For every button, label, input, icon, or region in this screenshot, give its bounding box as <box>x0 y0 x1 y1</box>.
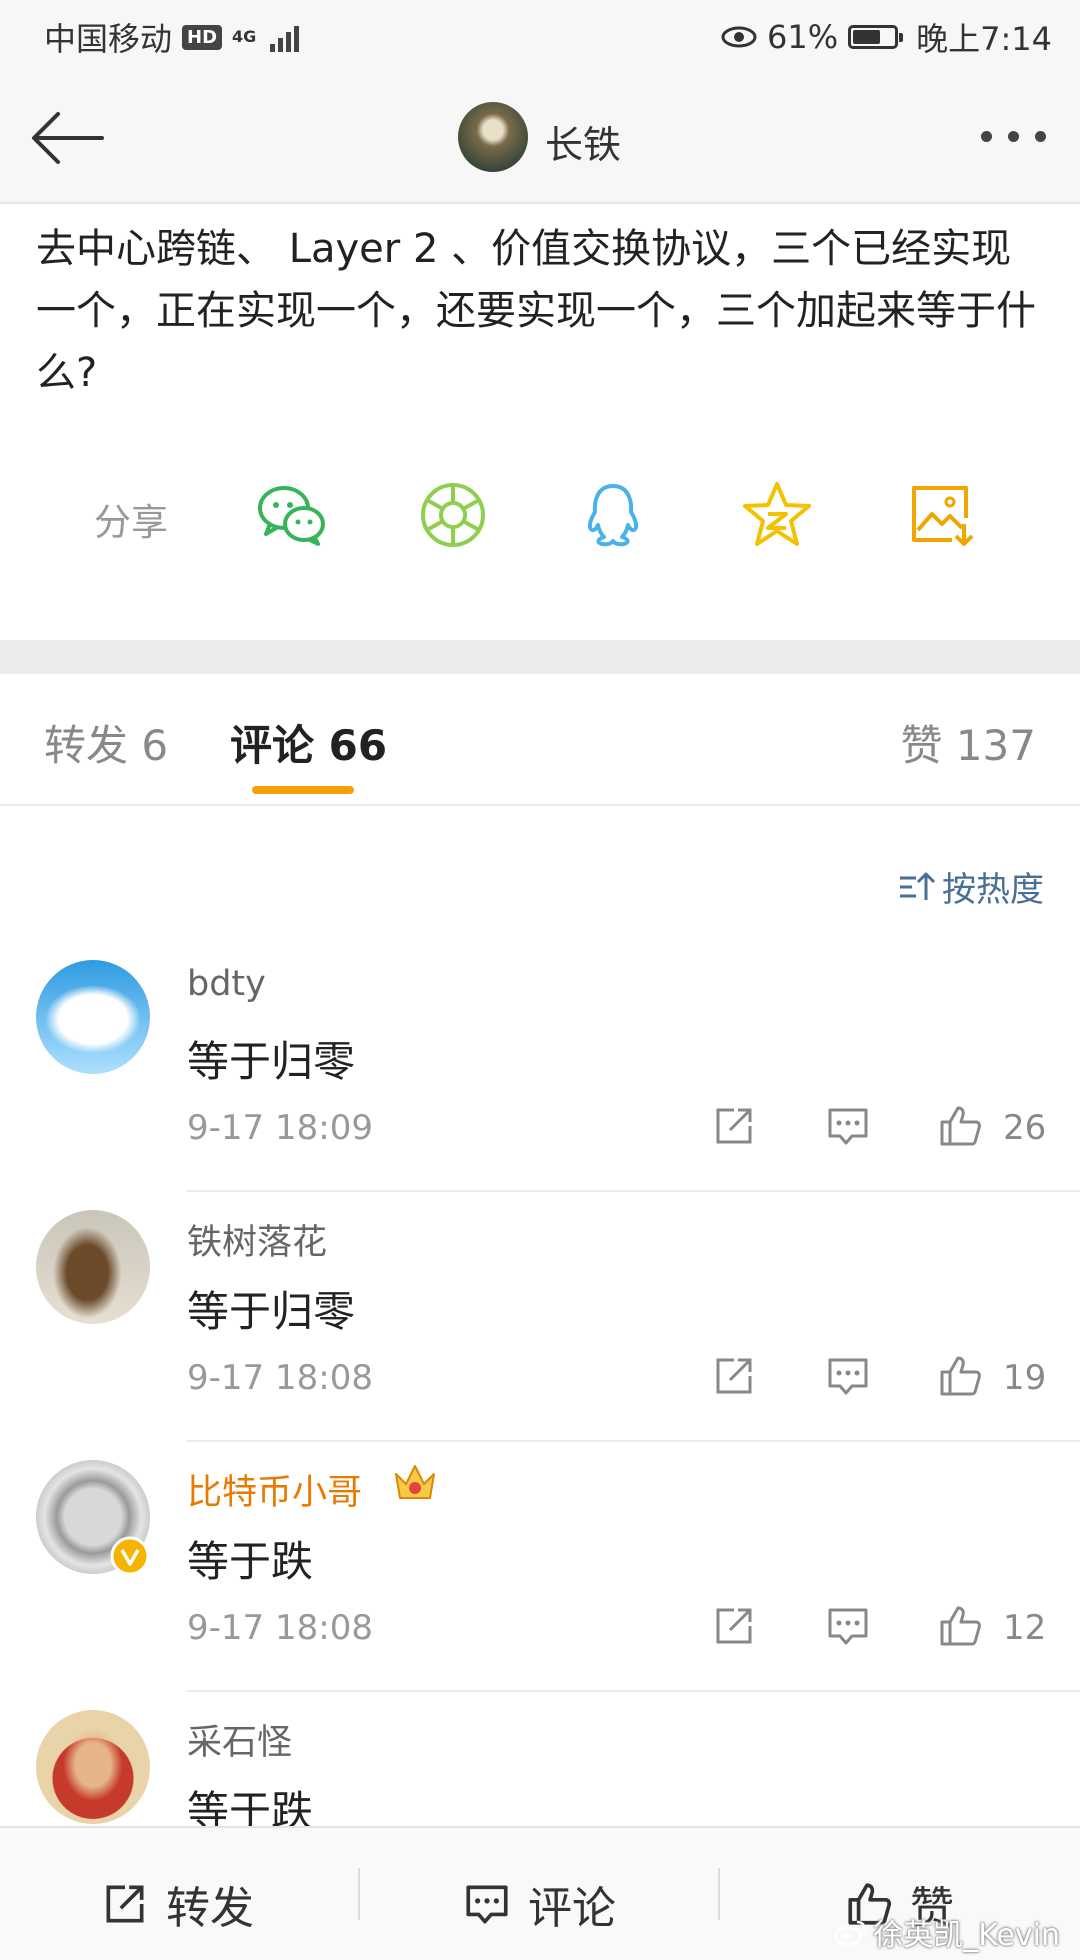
status-right: 61% 晚上7:14 <box>721 14 1052 60</box>
avatar[interactable] <box>36 1210 150 1324</box>
comment-divider <box>187 1190 1080 1192</box>
comment-item: 比特币小哥 等于跌 9-17 18:08 12 <box>0 1460 1080 1710</box>
comment-divider <box>187 1440 1080 1442</box>
repost-icon[interactable] <box>710 1102 758 1150</box>
tab-repost[interactable]: 转发 6 <box>44 712 168 773</box>
hd-badge: HD <box>182 24 223 50</box>
reply-icon[interactable] <box>824 1102 872 1150</box>
save-image-icon[interactable] <box>904 478 978 552</box>
repost-icon <box>106 1885 144 1923</box>
comment-time: 9-17 18:09 <box>187 1108 373 1148</box>
qq-icon[interactable] <box>576 478 650 552</box>
more-menu-icon[interactable] <box>981 131 1046 142</box>
comment-username[interactable]: 铁树落花 <box>187 1214 327 1265</box>
eye-icon <box>721 26 757 48</box>
section-divider <box>0 640 1080 674</box>
comment-text: 等于归零 <box>187 1037 356 1086</box>
comment-divider <box>187 1690 1080 1692</box>
status-left: 中国移动 HD 4G <box>44 14 300 60</box>
like-icon[interactable] <box>936 1102 984 1150</box>
tab-comments[interactable]: 评论 66 <box>230 712 387 773</box>
verified-badge-icon <box>110 1536 150 1576</box>
bottom-repost-button[interactable]: 转发 <box>100 1872 254 1936</box>
post-text: 去中心跨链、 Layer 2 、价值交换协议，三个已经实现一个，正在实现一个，还… <box>36 226 1036 396</box>
bottom-separator <box>358 1868 360 1920</box>
back-arrow-icon[interactable] <box>28 106 108 170</box>
wechat-icon[interactable] <box>254 478 328 552</box>
battery-icon <box>848 25 904 49</box>
comment-username[interactable]: bdty <box>187 964 266 1004</box>
sort-button[interactable]: 按热度 <box>898 862 1044 911</box>
battery-percent: 61% <box>767 18 839 56</box>
sort-label: 按热度 <box>942 870 1044 910</box>
bottom-separator <box>718 1868 720 1920</box>
comment-text: 等于跌 <box>187 1537 314 1586</box>
vip-crown-icon <box>395 1465 435 1499</box>
comment-icon <box>466 1885 508 1924</box>
status-bar: 中国移动 HD 4G 61% 晚上7:14 <box>0 0 1080 76</box>
watermark: 徐英凯_Kevin <box>833 1910 1060 1954</box>
nav-bar: 长铁 <box>0 76 1080 204</box>
comment-item: 采石怪 等于跌 <box>0 1710 1080 1826</box>
signal-icon <box>270 22 300 52</box>
comment-username[interactable]: 比特币小哥 <box>187 1464 362 1515</box>
like-count: 19 <box>1003 1358 1047 1398</box>
clock: 晚上7:14 <box>916 20 1052 58</box>
qzone-icon[interactable] <box>740 478 814 552</box>
comment-text: 等于跌 <box>187 1787 314 1826</box>
comment-time: 9-17 18:08 <box>187 1358 373 1398</box>
tab-likes[interactable]: 赞 137 <box>900 712 1036 773</box>
reply-icon[interactable] <box>824 1602 872 1650</box>
network-label: 4G <box>232 27 257 46</box>
active-tab-indicator <box>252 786 354 794</box>
weibo-logo-icon <box>834 1920 867 1946</box>
watermark-text: 徐英凯_Kevin <box>873 1918 1060 1953</box>
carrier-label: 中国移动 <box>44 20 173 58</box>
moments-icon[interactable] <box>416 478 490 552</box>
bottom-action-bar: 转发 评论 赞 徐英凯_Kevin <box>0 1826 1080 1960</box>
reply-icon[interactable] <box>824 1352 872 1400</box>
bottom-repost-label: 转发 <box>166 1883 254 1934</box>
comment-item: 铁树落花 等于归零 9-17 18:08 19 <box>0 1210 1080 1460</box>
author-name[interactable]: 长铁 <box>545 114 621 169</box>
comment-text: 等于归零 <box>187 1287 356 1336</box>
repost-icon[interactable] <box>710 1352 758 1400</box>
repost-icon[interactable] <box>710 1602 758 1650</box>
author-avatar[interactable] <box>458 102 528 172</box>
comment-username[interactable]: 采石怪 <box>187 1714 292 1765</box>
bottom-comment-label: 评论 <box>528 1883 616 1934</box>
avatar[interactable] <box>36 960 150 1074</box>
comment-time: 9-17 18:08 <box>187 1608 373 1648</box>
avatar[interactable] <box>36 1710 150 1824</box>
tab-divider <box>0 804 1080 806</box>
like-icon[interactable] <box>936 1602 984 1650</box>
like-count: 26 <box>1003 1108 1047 1148</box>
share-label: 分享 <box>94 501 168 544</box>
comment-item: bdty 等于归零 9-17 18:09 26 <box>0 960 1080 1210</box>
sort-icon <box>900 872 936 900</box>
like-count: 12 <box>1003 1608 1047 1648</box>
like-icon[interactable] <box>936 1352 984 1400</box>
bottom-comment-button[interactable]: 评论 <box>462 1872 616 1936</box>
